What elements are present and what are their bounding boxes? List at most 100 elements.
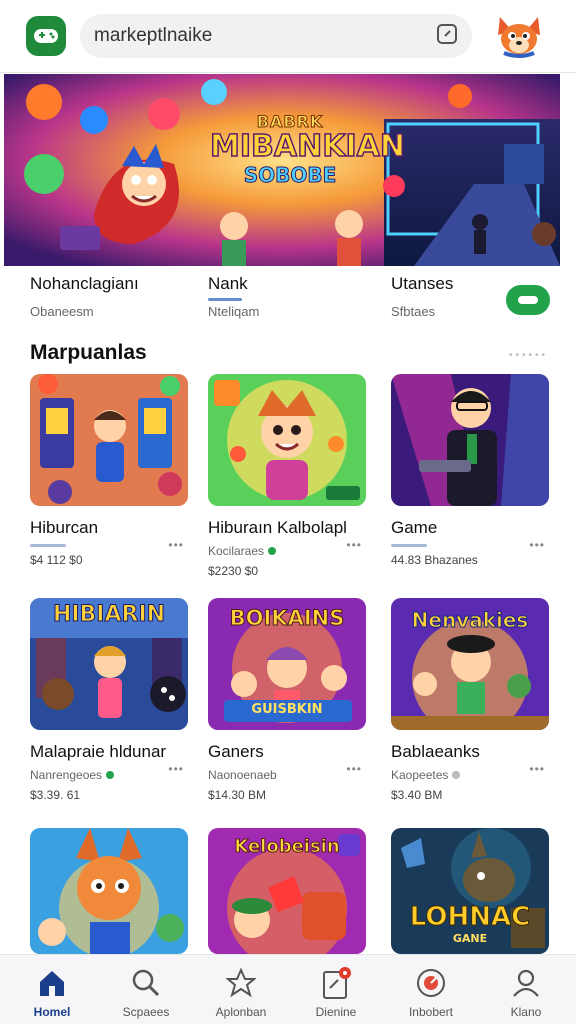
stat-value: Nohanclagianı <box>30 274 139 293</box>
card-thumb-subtitle: GANE <box>452 932 488 945</box>
section-more-icon[interactable]: •••••• <box>509 350 548 361</box>
card-price: $4 112 $0 <box>30 553 83 567</box>
card-subtitle: Kaopeetes <box>391 768 549 782</box>
fox-mascot-icon[interactable] <box>494 13 544 59</box>
card-thumb-title: Kelobeisin <box>234 836 340 858</box>
card-thumb-title: HIBIARIN <box>52 602 166 628</box>
game-card[interactable]: Hiburcan $4 112 $0 ••• <box>30 374 188 567</box>
card-subtitle-text: Kaopeetes <box>391 768 449 782</box>
game-card[interactable]: Nenvakies Bablaeanks Kaopeetes $3.40 BM … <box>391 598 549 802</box>
nav-item-documents[interactable]: Dienine <box>288 965 384 1019</box>
search-input[interactable]: markeptlnaike <box>94 25 212 47</box>
game-card[interactable]: HIBIARIN Malapraie hldunar Nanrengeoes $… <box>30 598 188 802</box>
progress-bar <box>30 544 66 547</box>
stat-label: Obaneesm <box>30 304 94 319</box>
controller-logo-icon[interactable] <box>26 16 66 56</box>
card-thumbnail[interactable] <box>30 374 188 506</box>
search-icon <box>98 965 194 1001</box>
search-bar[interactable]: markeptlnaike <box>80 14 472 58</box>
card-thumbnail[interactable]: HIBIARIN <box>30 598 188 730</box>
card-thumbnail[interactable]: LOHNAC GANE <box>391 828 549 954</box>
card-subtitle <box>391 544 549 547</box>
nav-label: Klano <box>510 1005 542 1019</box>
card-thumbnail[interactable]: Nenvakies <box>391 598 549 730</box>
nav-item-inbox[interactable]: Inbobert <box>383 965 479 1019</box>
card-thumbnail[interactable] <box>208 374 366 506</box>
stats-row: Nohanclagianı Obaneesm Nank Nteliqam Uta… <box>30 270 550 330</box>
stat-value: Utanses <box>391 274 454 293</box>
card-price: $2230 $0 <box>208 564 259 578</box>
card-subtitle: Kocilaraes <box>208 544 366 558</box>
card-thumbnail[interactable]: Kelobeisin <box>208 828 366 954</box>
card-subtitle <box>30 544 188 547</box>
stat-item-3[interactable]: Utanses Sfbtaes <box>391 274 453 319</box>
document-icon <box>288 965 384 1001</box>
nav-item-profile[interactable]: Klano <box>478 965 574 1019</box>
stat-underline <box>208 298 242 301</box>
card-price: $3.40 BM <box>391 788 443 802</box>
card-subtitle-text: Kocilaraes <box>208 544 265 558</box>
star-icon <box>193 965 289 1001</box>
card-thumb-title: LOHNAC <box>409 902 531 933</box>
card-price: 44.83 Bhazanes <box>391 553 478 567</box>
nav-item-favorites[interactable]: Aplonban <box>193 965 289 1019</box>
nav-label: Scpaees <box>122 1005 170 1019</box>
controller-icon <box>518 296 538 304</box>
nav-label: Homel <box>33 1005 71 1019</box>
card-title: Game <box>391 518 438 537</box>
top-header: markeptlnaike <box>0 0 576 72</box>
more-icon[interactable]: ••• <box>346 538 362 552</box>
toggle-switch[interactable] <box>506 285 550 315</box>
nav-item-search[interactable]: Scpaees <box>98 965 194 1019</box>
stat-label: Sfbtaes <box>391 304 436 319</box>
card-thumb-title: BOIKAINS <box>229 606 345 631</box>
game-card[interactable]: Hiburaın Kalbolapl Kocilaraes $2230 $0 •… <box>208 374 366 578</box>
nav-label: Dienine <box>315 1005 357 1019</box>
banner-title: BABRK MIBANKIAN SOBOBE <box>209 112 405 188</box>
more-icon[interactable]: ••• <box>529 538 545 552</box>
home-icon <box>4 965 100 1001</box>
stat-item-2[interactable]: Nank Nteliqam <box>208 274 259 319</box>
clock-icon <box>383 965 479 1001</box>
status-dot-icon <box>106 771 115 779</box>
card-thumbnail[interactable] <box>30 828 188 954</box>
section-title: Marpuanlas <box>30 341 147 364</box>
status-dot-icon <box>268 547 277 555</box>
nav-item-home[interactable]: Homel <box>4 965 100 1019</box>
header-divider <box>0 72 576 73</box>
stat-value: Nank <box>208 274 248 293</box>
card-title: Bablaeanks <box>391 742 480 761</box>
stat-item-1[interactable]: Nohanclagianı Obaneesm <box>30 274 139 319</box>
hero-banner[interactable]: BABRK MIBANKIAN SOBOBE <box>4 74 560 266</box>
card-thumb-title: Nenvakies <box>411 608 529 633</box>
nav-label: Inbobert <box>408 1005 454 1019</box>
game-card[interactable]: BOIKAINS GUISBKIN Ganers Naonoenaeb $14.… <box>208 598 366 802</box>
game-card[interactable]: LOHNAC GANE <box>391 828 549 954</box>
card-title: Hiburcan <box>30 518 99 537</box>
card-thumbnail[interactable]: BOIKAINS GUISBKIN <box>208 598 366 730</box>
card-subtitle-text: Nanrengeoes <box>30 768 103 782</box>
card-title: Malapraie hldunar <box>30 742 167 761</box>
profile-icon <box>478 965 574 1001</box>
game-card[interactable]: Kelobeisin <box>208 828 366 954</box>
game-card[interactable]: Game 44.83 Bhazanes ••• <box>391 374 549 567</box>
banner-title-line2: MIBANKIAN <box>209 129 405 164</box>
card-thumb-subtitle: GUISBKIN <box>251 702 323 717</box>
card-price: $14.30 BM <box>208 788 267 802</box>
more-icon[interactable]: ••• <box>168 538 184 552</box>
card-title: Ganers <box>208 742 264 761</box>
card-price: $3.39. 61 <box>30 788 81 802</box>
banner-title-line3: SOBOBE <box>243 163 337 188</box>
filter-icon[interactable] <box>436 23 458 50</box>
card-subtitle: Nanrengeoes <box>30 768 188 782</box>
more-icon[interactable]: ••• <box>168 762 184 776</box>
game-card[interactable] <box>30 828 188 954</box>
more-icon[interactable]: ••• <box>346 762 362 776</box>
bottom-navigation: Homel Scpaees Aplonban Dienine Inbobert … <box>0 954 576 1024</box>
progress-bar <box>391 544 427 547</box>
nav-label: Aplonban <box>215 1005 267 1019</box>
card-thumbnail[interactable] <box>391 374 549 506</box>
card-title: Hiburaın Kalbolapl <box>208 518 347 537</box>
more-icon[interactable]: ••• <box>529 762 545 776</box>
card-subtitle: Naonoenaeb <box>208 768 277 782</box>
